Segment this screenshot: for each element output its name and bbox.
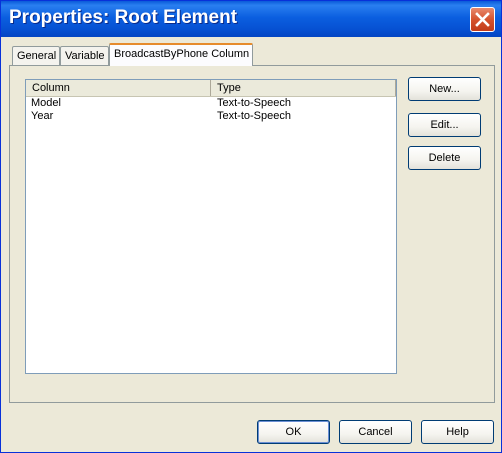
table-row[interactable]: Model Text-to-Speech [26, 97, 396, 110]
edit-button[interactable]: Edit... [408, 113, 481, 137]
tab-variable[interactable]: Variable [60, 46, 109, 66]
close-icon [475, 12, 490, 27]
ok-button-label: OK [285, 426, 302, 438]
column-header-column-label: Column [32, 82, 70, 94]
cancel-button[interactable]: Cancel [339, 420, 412, 444]
new-button[interactable]: New... [408, 77, 481, 101]
edit-button-label: Edit... [430, 119, 459, 131]
new-button-label: New... [429, 83, 460, 95]
window-title: Properties: Root Element [9, 7, 238, 28]
row-column-cell: Model [31, 97, 61, 109]
row-type-cell: Text-to-Speech [217, 97, 291, 109]
title-bar[interactable]: Properties: Root Element [1, 1, 501, 37]
tab-general[interactable]: General [12, 46, 60, 66]
column-header-type[interactable]: Type [211, 80, 396, 96]
column-header-column[interactable]: Column [26, 80, 211, 96]
delete-button-label: Delete [428, 152, 461, 164]
help-button[interactable]: Help [421, 420, 494, 444]
row-type-cell: Text-to-Speech [217, 110, 291, 122]
help-button-label: Help [446, 426, 469, 438]
tab-variable-label: Variable [65, 50, 105, 62]
tab-general-label: General [17, 50, 57, 62]
row-column-cell: Year [31, 110, 54, 122]
close-button[interactable] [470, 7, 495, 32]
list-header: Column Type [26, 80, 396, 97]
column-header-type-label: Type [217, 82, 241, 94]
tab-broadcastbyphone-column[interactable]: BroadcastByPhone Column [109, 43, 253, 66]
column-list[interactable]: Column Type Model Text-to-Speech Year Te… [25, 79, 397, 374]
ok-button[interactable]: OK [257, 420, 330, 444]
properties-dialog: Properties: Root Element General Variabl… [0, 0, 502, 453]
delete-button[interactable]: Delete [408, 146, 481, 170]
cancel-button-label: Cancel [358, 426, 393, 438]
tab-broadcastbyphone-column-label: BroadcastByPhone Column [114, 48, 250, 60]
table-row[interactable]: Year Text-to-Speech [26, 110, 396, 123]
